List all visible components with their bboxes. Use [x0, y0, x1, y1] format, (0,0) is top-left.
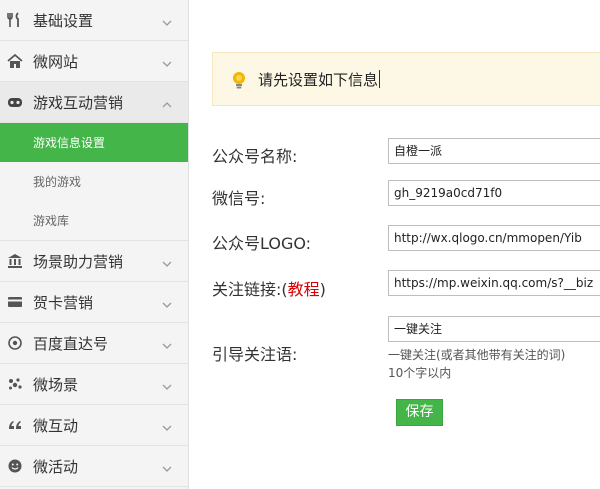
wrench-fork-icon — [7, 12, 23, 28]
sidebar-subitem-game-library[interactable]: 游戏库 — [0, 201, 188, 240]
sidebar-item-label: 微活动 — [33, 457, 79, 476]
sidebar-item-label: 微场景 — [33, 375, 79, 394]
sidebar-subitem-my-games[interactable]: 我的游戏 — [0, 162, 188, 201]
chevron-up-icon — [161, 96, 173, 108]
sidebar-item-label: 游戏互动营销 — [33, 93, 124, 112]
follow-link-label-prefix: 关注链接:( — [212, 280, 288, 299]
gamepad-icon — [7, 94, 23, 110]
sidebar-item-label: 微互动 — [33, 416, 79, 435]
sidebar-item-scene-boost[interactable]: 场景助力营销 — [0, 241, 188, 282]
logo-label: 公众号LOGO: — [212, 234, 312, 253]
target-icon — [7, 335, 23, 351]
sidebar-item-label: 百度直达号 — [33, 334, 109, 353]
logo-url-input[interactable]: http://wx.qlogo.cn/mmopen/Yib — [388, 225, 600, 251]
sidebar-item-basic-settings[interactable]: 基础设置 — [0, 0, 188, 41]
smiley-icon — [7, 458, 23, 474]
chevron-down-icon — [161, 255, 173, 267]
follow-link-label: 关注链接:(教程) — [212, 276, 326, 300]
card-icon — [7, 294, 23, 310]
guide-text-label: 引导关注语: — [212, 345, 298, 364]
sidebar-item-baidu-direct[interactable]: 百度直达号 — [0, 323, 188, 364]
text-caret — [379, 69, 381, 88]
chevron-down-icon — [161, 419, 173, 431]
chevron-down-icon — [161, 296, 173, 308]
quote-icon — [7, 417, 23, 433]
chevron-down-icon — [161, 14, 173, 26]
sidebar-item-label: 场景助力营销 — [33, 252, 124, 271]
sidebar-item-label: 基础设置 — [33, 11, 94, 30]
sidebar-item-micro-site[interactable]: 微网站 — [0, 41, 188, 82]
main-content: 请先设置如下信息 公众号名称: 自橙一派 微信号: gh_9219a0cd71f… — [190, 0, 600, 489]
sidebar-submenu: 游戏信息设置 我的游戏 游戏库 — [0, 123, 188, 241]
sidebar: 基础设置 微网站 游戏互动营销 游戏信息设置 我的游戏 游戏库 场景助力营销 贺… — [0, 0, 189, 489]
guide-hint-2: 10个字以内 — [388, 366, 452, 380]
guide-hint-1: 一键关注(或者其他带有关注的词) — [388, 348, 566, 362]
guide-text-input[interactable]: 一键关注 — [388, 316, 600, 342]
tutorial-link[interactable]: 教程 — [288, 280, 320, 299]
chevron-down-icon — [161, 378, 173, 390]
account-name-label: 公众号名称: — [212, 147, 298, 166]
sidebar-subitem-label: 游戏库 — [33, 214, 70, 228]
info-alert: 请先设置如下信息 — [212, 52, 600, 106]
sidebar-subitem-game-info-settings[interactable]: 游戏信息设置 — [0, 123, 188, 162]
wechat-id-label: 微信号: — [212, 189, 266, 208]
sidebar-item-micro-interaction[interactable]: 微互动 — [0, 405, 188, 446]
account-name-input[interactable]: 自橙一派 — [388, 138, 600, 164]
bank-icon — [7, 253, 23, 269]
save-button[interactable]: 保存 — [396, 399, 443, 426]
sidebar-subitem-label: 我的游戏 — [33, 175, 82, 189]
chevron-down-icon — [161, 460, 173, 472]
follow-link-input[interactable]: https://mp.weixin.qq.com/s?__biz — [388, 270, 600, 296]
home-icon — [7, 53, 23, 69]
sidebar-item-game-marketing[interactable]: 游戏互动营销 — [0, 82, 188, 123]
wechat-id-input[interactable]: gh_9219a0cd71f0 — [388, 180, 600, 206]
sidebar-subitem-label: 游戏信息设置 — [33, 136, 106, 150]
sidebar-item-label: 贺卡营销 — [33, 293, 94, 312]
chevron-down-icon — [161, 55, 173, 67]
scatter-icon — [7, 376, 23, 392]
sidebar-item-greeting-card[interactable]: 贺卡营销 — [0, 282, 188, 323]
chevron-down-icon — [161, 337, 173, 349]
sidebar-item-micro-scene[interactable]: 微场景 — [0, 364, 188, 405]
sidebar-item-label: 微网站 — [33, 52, 79, 71]
lightbulb-icon — [230, 70, 248, 90]
alert-text: 请先设置如下信息 — [258, 69, 381, 89]
sidebar-item-micro-activity[interactable]: 微活动 — [0, 446, 188, 487]
follow-link-label-suffix: ) — [319, 280, 326, 299]
